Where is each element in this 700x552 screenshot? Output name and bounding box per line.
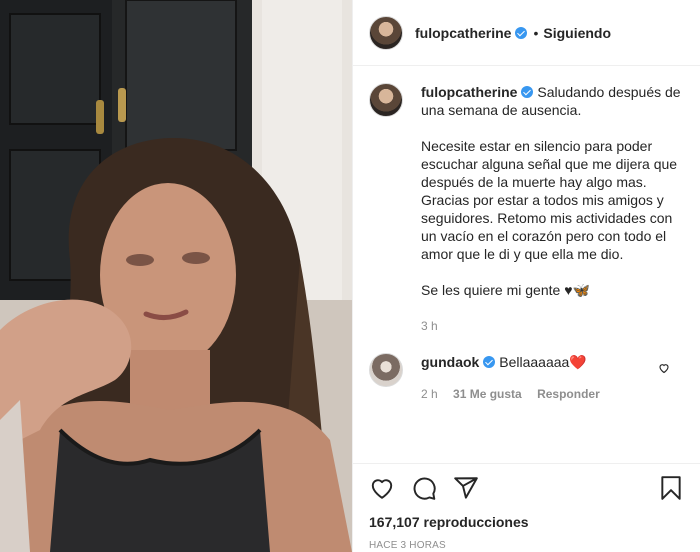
verified-badge-icon bbox=[521, 86, 534, 98]
views-number: 167,107 bbox=[369, 514, 420, 530]
caption-avatar[interactable] bbox=[369, 83, 403, 117]
reply-button[interactable]: Responder bbox=[537, 387, 600, 401]
author-username[interactable]: fulopcatherine bbox=[415, 25, 511, 41]
post-panel: fulopcatherine • Siguiendo fulopcatherin… bbox=[352, 0, 700, 552]
video-frame-illustration bbox=[0, 0, 352, 552]
author-avatar[interactable] bbox=[369, 15, 403, 50]
comment-likes[interactable]: 31 Me gusta bbox=[453, 387, 522, 401]
caption-paragraph: Necesite estar en silencio para poder es… bbox=[421, 138, 678, 262]
following-button[interactable]: Siguiendo bbox=[543, 25, 611, 41]
comment-item: gundaok Bellaaaaaa❤️ 2 h 31 Me gusta Res… bbox=[369, 353, 684, 403]
views-count[interactable]: 167,107 reproducciones bbox=[369, 514, 684, 530]
comment-text: Bellaaaaaa❤️ bbox=[499, 354, 587, 370]
verified-badge-icon bbox=[483, 356, 496, 368]
comment-time: 2 h bbox=[421, 387, 438, 401]
heart-small-icon[interactable] bbox=[658, 361, 670, 379]
caption-time: 3 h bbox=[421, 319, 438, 333]
comment-icon[interactable] bbox=[411, 475, 437, 506]
caption-username[interactable]: fulopcatherine bbox=[421, 84, 517, 100]
caption: fulopcatherine Saludando después de una … bbox=[369, 83, 684, 335]
separator-dot: • bbox=[533, 24, 539, 41]
commenter-username[interactable]: gundaok bbox=[421, 354, 479, 370]
heart-icon[interactable] bbox=[369, 475, 395, 506]
verified-badge-icon bbox=[515, 26, 528, 39]
share-icon[interactable] bbox=[453, 475, 479, 506]
post-actions: 167,107 reproducciones HACE 3 HORAS bbox=[353, 463, 700, 552]
post-timestamp: HACE 3 HORAS bbox=[369, 540, 446, 551]
bookmark-icon[interactable] bbox=[658, 475, 684, 506]
comments-section[interactable]: fulopcatherine Saludando después de una … bbox=[353, 67, 700, 463]
views-label: reproducciones bbox=[423, 514, 529, 530]
commenter-avatar[interactable] bbox=[369, 353, 403, 387]
post-video[interactable] bbox=[0, 0, 352, 552]
post-header: fulopcatherine • Siguiendo bbox=[353, 0, 700, 66]
caption-signoff: Se les quiere mi gente ♥🦋 bbox=[421, 282, 590, 298]
